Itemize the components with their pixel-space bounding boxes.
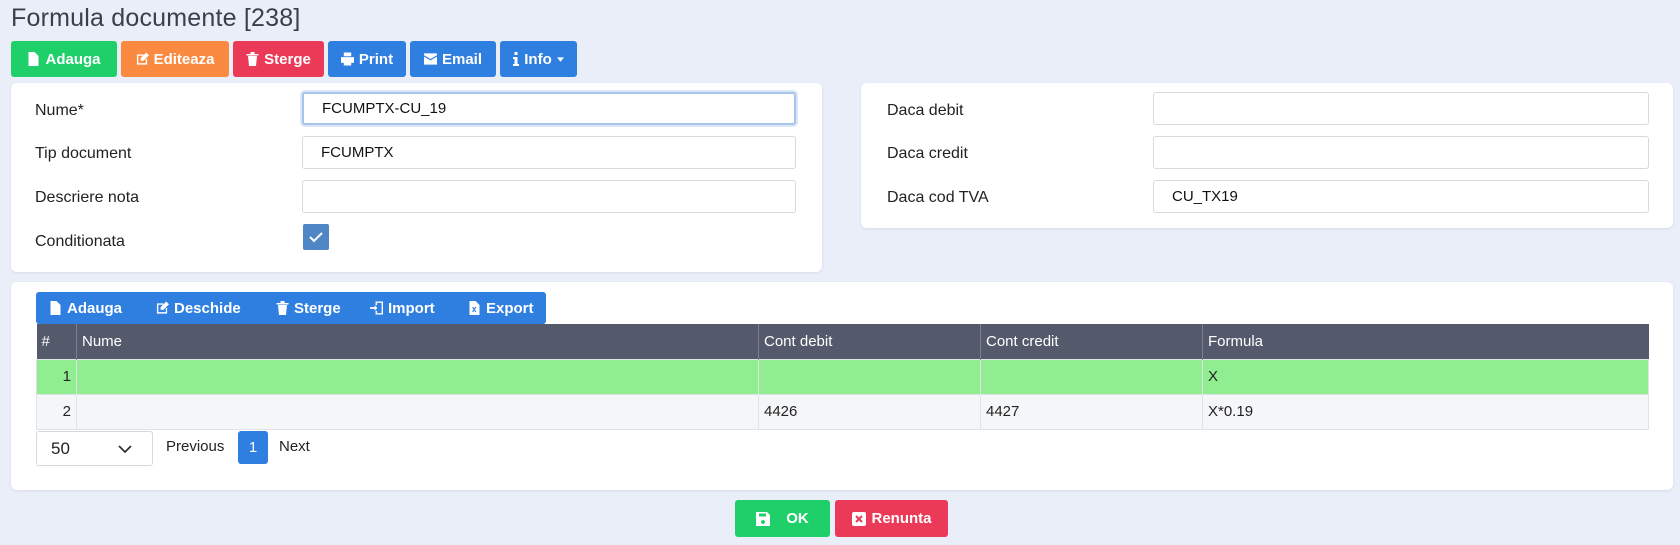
add-button-label: Adauga xyxy=(45,50,101,68)
grid-import-button[interactable]: Import xyxy=(370,292,435,324)
table-header-row: # Nume Cont debit Cont credit Formula xyxy=(36,324,1649,359)
doc-type-label: Tip document xyxy=(35,145,132,162)
table-row[interactable]: 1 X xyxy=(36,358,1649,395)
note-input[interactable] xyxy=(302,180,796,213)
print-button[interactable]: Print xyxy=(328,41,406,77)
debit-label: Daca debit xyxy=(887,102,964,119)
trash-icon xyxy=(246,52,259,66)
cell-debit: 4426 xyxy=(758,393,981,430)
edit-icon xyxy=(156,301,169,314)
close-square-icon xyxy=(851,511,866,526)
edit-button[interactable]: Editeaza xyxy=(121,41,229,77)
delete-button[interactable]: Sterge xyxy=(233,41,324,77)
form-card-right: Daca debit Daca credit Daca cod TVA CU_T… xyxy=(861,83,1673,228)
page-size-value: 50 xyxy=(51,438,70,458)
grid-delete-label: Sterge xyxy=(294,299,341,317)
cancel-button[interactable]: Renunta xyxy=(835,500,948,537)
page-title: Formula documente [238] xyxy=(11,4,301,32)
grid-add-button[interactable]: Adauga xyxy=(49,292,122,324)
envelope-icon xyxy=(423,53,437,65)
col-header-debit[interactable]: Cont debit xyxy=(758,324,981,359)
cancel-button-label: Renunta xyxy=(871,510,932,527)
grid-toolbar: Adauga Deschide Sterge Import Export xyxy=(36,292,546,324)
ok-button[interactable]: OK xyxy=(735,500,830,537)
cell-debit xyxy=(758,358,981,395)
grid-export-label: Export xyxy=(486,299,534,317)
trash-icon xyxy=(276,301,289,315)
email-button[interactable]: Email xyxy=(410,41,496,77)
file-excel-icon xyxy=(469,301,480,315)
vat-code-label: Daca cod TVA xyxy=(887,189,989,206)
col-header-credit[interactable]: Cont credit xyxy=(980,324,1203,359)
edit-icon xyxy=(136,52,149,65)
print-icon xyxy=(340,52,354,66)
conditional-label: Conditionata xyxy=(35,233,125,250)
vat-code-input[interactable]: CU_TX19 xyxy=(1153,180,1649,213)
doc-type-input[interactable]: FCUMPTX xyxy=(302,136,796,169)
name-label: Nume* xyxy=(35,102,84,119)
cell-name xyxy=(76,393,759,430)
previous-page-link[interactable]: Previous xyxy=(166,438,224,455)
table-row[interactable]: 2 4426 4427 X*0.19 xyxy=(36,393,1649,430)
cell-name xyxy=(76,358,759,395)
page-size-select[interactable]: 50 xyxy=(36,431,153,466)
next-page-link[interactable]: Next xyxy=(279,438,310,455)
info-dropdown-button[interactable]: Info xyxy=(500,41,577,77)
grid-export-button[interactable]: Export xyxy=(468,292,534,324)
file-icon xyxy=(28,52,39,66)
note-label: Descriere nota xyxy=(35,189,140,206)
save-icon xyxy=(756,511,771,526)
email-button-label: Email xyxy=(441,50,483,68)
grid-open-button[interactable]: Deschide xyxy=(156,292,241,324)
col-header-number[interactable]: # xyxy=(36,324,77,359)
cell-formula: X xyxy=(1202,358,1649,395)
col-header-formula[interactable]: Formula xyxy=(1202,324,1649,359)
cell-formula: X*0.19 xyxy=(1202,393,1649,430)
print-button-label: Print xyxy=(358,50,394,68)
debit-input[interactable] xyxy=(1153,92,1649,125)
grid-add-label: Adauga xyxy=(67,299,123,317)
edit-button-label: Editeaza xyxy=(153,50,215,68)
info-button-label: Info xyxy=(524,50,552,68)
cell-credit: 4427 xyxy=(980,393,1203,430)
import-icon xyxy=(370,301,383,315)
info-icon xyxy=(513,52,520,66)
formula-table: # Nume Cont debit Cont credit Formula 1 … xyxy=(36,324,1649,430)
credit-input[interactable] xyxy=(1153,136,1649,169)
chevron-down-icon xyxy=(118,445,132,454)
name-input[interactable]: FCUMPTX-CU_19 xyxy=(302,92,796,125)
credit-label: Daca credit xyxy=(887,145,968,162)
cell-number: 1 xyxy=(36,358,77,395)
add-button[interactable]: Adauga xyxy=(11,41,117,77)
col-header-name[interactable]: Nume xyxy=(76,324,759,359)
grid-open-label: Deschide xyxy=(174,299,241,317)
grid-import-label: Import xyxy=(388,299,435,317)
cell-credit xyxy=(980,358,1203,395)
grid-delete-button[interactable]: Sterge xyxy=(276,292,341,324)
file-icon xyxy=(50,301,61,315)
cell-number: 2 xyxy=(36,393,77,430)
delete-button-label: Sterge xyxy=(264,50,311,68)
page-1-button[interactable]: 1 xyxy=(238,431,268,464)
ok-button-label: OK xyxy=(786,510,809,527)
form-card-left: Nume* FCUMPTX-CU_19 Tip document FCUMPTX… xyxy=(11,83,822,272)
conditional-checkbox[interactable] xyxy=(303,224,329,250)
checkmark-icon xyxy=(309,232,323,243)
caret-down-icon xyxy=(556,56,564,62)
